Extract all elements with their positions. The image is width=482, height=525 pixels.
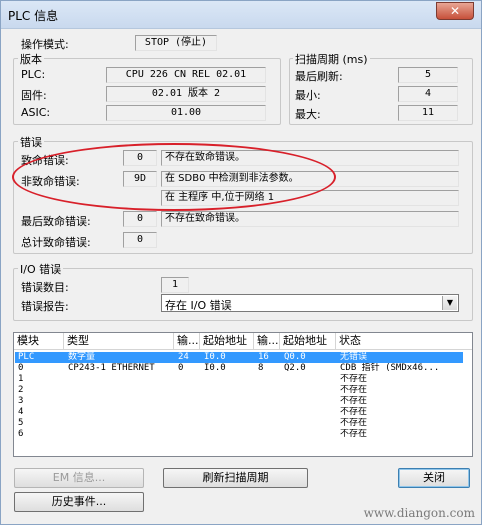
- cell-module: 0: [18, 363, 24, 373]
- cell-status: 不存在: [340, 396, 368, 406]
- table-header: 模块 类型 输... 起始地址 输... 起始地址 状态: [14, 333, 472, 350]
- table-row[interactable]: 2 不存在: [15, 385, 463, 396]
- column-header-output-start[interactable]: 起始地址: [280, 333, 336, 350]
- mode-value: STOP (停止): [135, 35, 217, 51]
- max-label: 最大:: [295, 108, 321, 121]
- asic-value: 01.00: [106, 105, 266, 121]
- version-group-title: 版本: [18, 51, 44, 67]
- table-row[interactable]: 6 不存在: [15, 429, 463, 440]
- cell-output-start: Q2.0: [284, 363, 306, 373]
- cell-outputs: 8: [258, 363, 264, 373]
- table-row[interactable]: PLC 数字量 24 I0.0 16 Q0.0 无错误: [15, 352, 463, 363]
- min-value: 4: [398, 86, 458, 102]
- io-error-count-value: 1: [161, 277, 189, 293]
- cell-output-start: Q0.0: [284, 352, 306, 362]
- cell-module: 5: [18, 418, 24, 428]
- cell-module: 4: [18, 407, 24, 417]
- column-header-input-start[interactable]: 起始地址: [200, 333, 254, 350]
- close-button[interactable]: 关闭: [398, 468, 470, 488]
- cell-module: 1: [18, 374, 24, 384]
- cell-type: 数字量: [68, 352, 96, 362]
- cell-input-start: I0.0: [204, 352, 226, 362]
- fatal-error-label: 致命错误:: [21, 154, 69, 167]
- last-refresh-value: 5: [398, 67, 458, 83]
- fatal-error-text: 不存在致命错误。: [161, 150, 459, 166]
- table-row[interactable]: 5 不存在: [15, 418, 463, 429]
- io-error-report-select[interactable]: 存在 I/O 错误 ▼: [161, 294, 459, 312]
- io-errors-group-title: I/O 错误: [18, 261, 64, 277]
- cell-inputs: 0: [178, 363, 184, 373]
- table-row[interactable]: 1 不存在: [15, 374, 463, 385]
- cell-status: CDB 指针 (SMDx46...: [340, 363, 440, 373]
- firmware-label: 固件:: [21, 89, 47, 102]
- min-label: 最小:: [295, 89, 321, 102]
- cell-status: 不存在: [340, 429, 368, 439]
- table-row[interactable]: 3 不存在: [15, 396, 463, 407]
- cell-status: 不存在: [340, 418, 368, 428]
- cell-status: 不存在: [340, 407, 368, 417]
- io-error-report-label: 错误报告:: [21, 300, 69, 313]
- window-close-button[interactable]: ✕: [436, 2, 474, 20]
- io-error-count-label: 错误数目:: [21, 281, 69, 294]
- cell-type: CP243-1 ETHERNET: [68, 363, 155, 373]
- plc-info-dialog: PLC 信息 ✕ 操作模式: STOP (停止) 版本 PLC: CPU 226…: [0, 0, 482, 525]
- column-header-type[interactable]: 类型: [64, 333, 174, 350]
- table-row[interactable]: 0 CP243-1 ETHERNET 0 I0.0 8 Q2.0 CDB 指针 …: [15, 363, 463, 374]
- nonfatal-error-text: 在 SDB0 中检测到非法参数。: [161, 171, 459, 187]
- column-header-module[interactable]: 模块: [14, 333, 64, 350]
- io-error-report-value: 存在 I/O 错误: [165, 299, 232, 312]
- history-events-button[interactable]: 历史事件...: [14, 492, 144, 512]
- watermark-text: www.diangon.com: [363, 506, 475, 520]
- mode-label: 操作模式:: [21, 38, 69, 51]
- nonfatal-error-code: 9D: [123, 171, 157, 187]
- module-table[interactable]: 模块 类型 输... 起始地址 输... 起始地址 状态 PLC 数字量 24 …: [13, 332, 473, 457]
- max-value: 11: [398, 105, 458, 121]
- errors-group-title: 错误: [18, 134, 44, 150]
- last-fatal-error-text: 不存在致命错误。: [161, 211, 459, 227]
- nonfatal-error-label: 非致命错误:: [21, 175, 80, 188]
- scan-cycle-group-title: 扫描周期 (ms): [293, 51, 370, 67]
- nonfatal-error-location: 在 主程序 中,位于网络 1: [161, 190, 459, 206]
- last-fatal-error-label: 最后致命错误:: [21, 215, 91, 228]
- firmware-value: 02.01 版本 2: [106, 86, 266, 102]
- cell-module: 6: [18, 429, 24, 439]
- column-header-outputs[interactable]: 输...: [254, 333, 280, 350]
- last-refresh-label: 最后刷新:: [295, 70, 343, 83]
- column-header-status[interactable]: 状态: [336, 333, 472, 350]
- plc-label: PLC:: [21, 68, 46, 81]
- plc-value: CPU 226 CN REL 02.01: [106, 67, 266, 83]
- cell-module: 3: [18, 396, 24, 406]
- total-fatal-errors-label: 总计致命错误:: [21, 236, 91, 249]
- cell-input-start: I0.0: [204, 363, 226, 373]
- cell-outputs: 16: [258, 352, 269, 362]
- cell-module: PLC: [18, 352, 35, 362]
- cell-status: 无错误: [340, 352, 368, 362]
- refresh-scan-cycle-button[interactable]: 刷新扫描周期: [163, 468, 308, 488]
- cell-status: 不存在: [340, 385, 368, 395]
- window-title: PLC 信息: [8, 9, 59, 23]
- cell-module: 2: [18, 385, 24, 395]
- table-row[interactable]: 4 不存在: [15, 407, 463, 418]
- column-header-inputs[interactable]: 输...: [174, 333, 200, 350]
- total-fatal-errors-value: 0: [123, 232, 157, 248]
- asic-label: ASIC:: [21, 106, 51, 119]
- em-info-button[interactable]: EM 信息...: [14, 468, 144, 488]
- cell-status: 不存在: [340, 374, 368, 384]
- fatal-error-code: 0: [123, 150, 157, 166]
- title-bar: PLC 信息 ✕: [1, 1, 481, 29]
- chevron-down-icon[interactable]: ▼: [442, 296, 457, 310]
- last-fatal-error-code: 0: [123, 211, 157, 227]
- cell-inputs: 24: [178, 352, 189, 362]
